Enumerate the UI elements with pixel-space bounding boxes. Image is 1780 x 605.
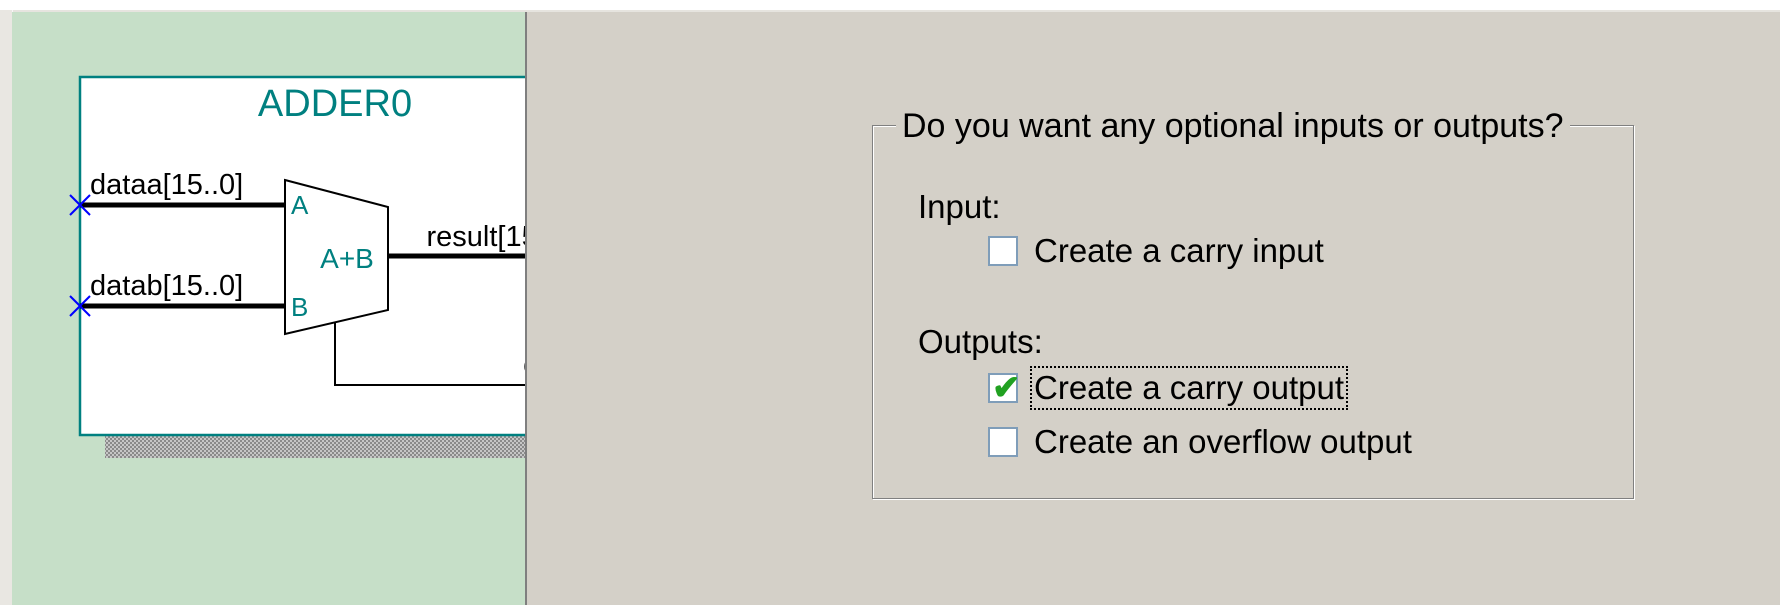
symbol-title: ADDER0 (258, 83, 412, 125)
outputs-section-label: Outputs: (918, 323, 1043, 360)
groupbox-title: Do you want any optional inputs or outpu… (896, 104, 1570, 148)
carry-input-label[interactable]: Create a carry input (1032, 231, 1326, 271)
port-a-label: A (291, 190, 309, 220)
symbol-preview-pane: ADDER0 A B A+B dataa[15..0] datab[15..0]… (12, 12, 527, 605)
carry-input-option[interactable]: Create a carry input (988, 229, 1326, 273)
input-section-label: Input: (918, 188, 1001, 225)
overflow-output-option[interactable]: Create an overflow output (988, 420, 1414, 464)
operation-label: A+B (320, 243, 374, 274)
overflow-output-checkbox[interactable] (988, 427, 1018, 457)
adder-symbol-diagram: ADDER0 A B A+B dataa[15..0] datab[15..0]… (69, 75, 525, 458)
datab-label: datab[15..0] (90, 270, 243, 302)
carry-output-checkbox[interactable]: ✔ (988, 369, 1021, 407)
dataa-label: dataa[15..0] (90, 169, 243, 201)
checkmark-icon: ✔ (992, 369, 1021, 407)
cout-label: cout (523, 349, 525, 381)
carry-output-option[interactable]: ✔ Create a carry output (988, 366, 1348, 410)
port-b-label: B (291, 292, 308, 322)
window-top-strip (0, 0, 1780, 12)
overflow-output-label[interactable]: Create an overflow output (1032, 422, 1414, 462)
result-label: result[15..0] (426, 221, 525, 253)
carry-input-checkbox[interactable] (988, 236, 1018, 266)
carry-output-label[interactable]: Create a carry output (1030, 366, 1348, 410)
